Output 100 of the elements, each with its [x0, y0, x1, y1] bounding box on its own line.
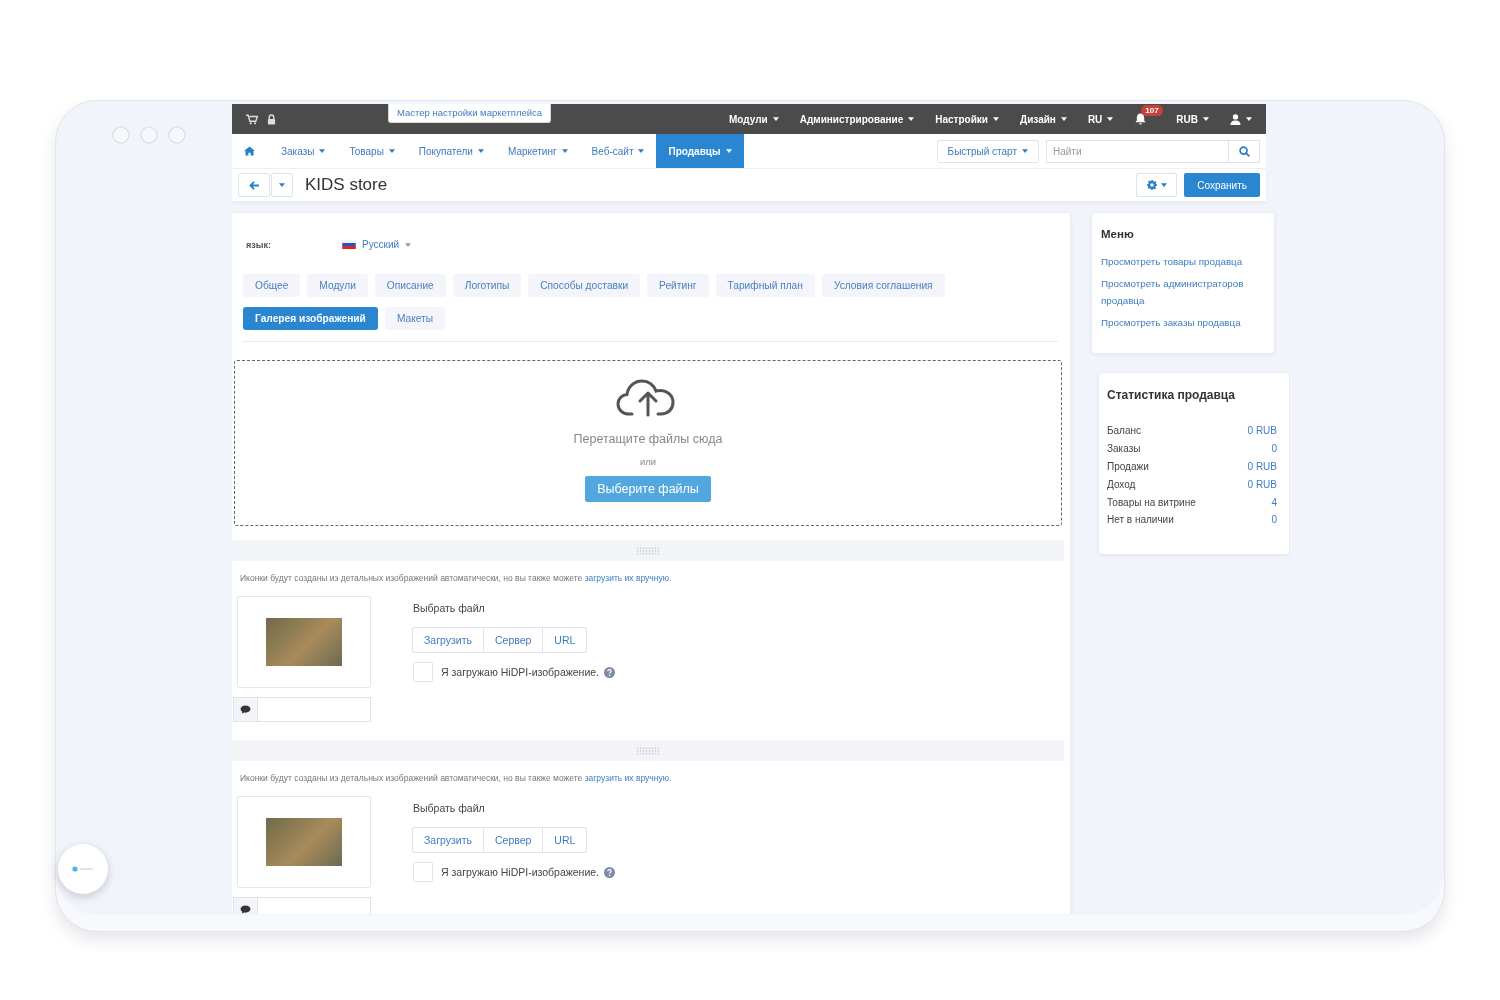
user-icon [1230, 113, 1241, 125]
menu-dropdown[interactable]: Модули [728, 111, 779, 127]
hidpi-label: Я загружаю HiDPI-изображение. [441, 866, 600, 878]
caret-icon [725, 149, 732, 153]
choose-files-button[interactable]: Выберите файлы [585, 476, 711, 502]
upload-source-button[interactable]: Загрузить [412, 627, 484, 653]
upload-source-button[interactable]: Загрузить [412, 827, 484, 853]
caret-icon [405, 242, 412, 247]
drag-handle-icon[interactable] [636, 746, 660, 755]
hidpi-checkbox[interactable] [413, 862, 433, 882]
menu-dropdown[interactable]: Администрирование [799, 111, 915, 127]
language-selector[interactable]: Русский [342, 239, 412, 250]
stat-value: 0 RUB [1247, 461, 1277, 472]
tab[interactable]: Модули [307, 274, 368, 297]
stat-value: 0 RUB [1247, 478, 1277, 490]
tab[interactable]: Макеты [384, 307, 446, 330]
caret-icon [561, 149, 568, 153]
upload-source-button[interactable]: Сервер [482, 627, 544, 653]
caret-icon [1107, 117, 1114, 121]
upload-source-button[interactable]: URL [542, 827, 588, 853]
upload-source-button[interactable]: Сервер [482, 827, 544, 853]
stat-label: Нет в наличии [1107, 514, 1174, 526]
arrow-left-icon [248, 180, 260, 190]
nav-tab[interactable]: Маркетинг [495, 134, 580, 168]
upload-source-button[interactable]: URL [542, 627, 588, 653]
sidebar-link[interactable]: Просмотреть товары продавца [1101, 253, 1243, 270]
quick-start-button[interactable]: Быстрый старт [936, 139, 1039, 163]
setup-wizard-link[interactable]: Мастер настройки маркетплейса [388, 104, 552, 123]
caret-icon [279, 183, 285, 187]
upload-manually-link[interactable]: загрузить их вручную. [584, 773, 672, 783]
search-field[interactable]: Найти [1046, 139, 1228, 163]
tab[interactable]: Описание [374, 274, 446, 297]
hidpi-label: Я загружаю HiDPI-изображение. [441, 666, 600, 678]
page-title: KIDS store [305, 175, 388, 195]
window-dot-icon [168, 126, 186, 144]
caret-icon [908, 117, 915, 121]
search-icon [1238, 145, 1250, 157]
hidpi-checkbox[interactable] [413, 662, 433, 682]
caret-icon [1246, 117, 1252, 121]
save-button[interactable]: Сохранить [1184, 173, 1260, 197]
tab[interactable]: Способы доставки [528, 274, 641, 297]
caret-icon [477, 149, 484, 153]
dropzone-text: Перетащите файлы сюда [573, 432, 723, 446]
notifications-button[interactable] [1134, 111, 1148, 127]
tab[interactable]: Галерея изображений [243, 307, 378, 330]
settings-button[interactable] [1136, 173, 1178, 197]
caret-icon [772, 117, 779, 121]
menu-dropdown[interactable]: Дизайн [1020, 111, 1067, 127]
upload-manually-link[interactable]: загрузить их вручную. [584, 573, 672, 583]
flag-icon [342, 240, 356, 249]
stat-label: Доход [1107, 478, 1136, 490]
stat-value: 4 [1271, 496, 1277, 508]
separator-text: или [639, 456, 657, 467]
sidebar-link[interactable]: Просмотреть заказы продавца [1101, 314, 1241, 331]
sidebar-link[interactable]: Просмотреть администраторов продавца [1101, 275, 1266, 309]
dropzone[interactable]: Перетащите файлы сюда или Выберите файлы [234, 360, 1062, 526]
gear-icon [1146, 180, 1157, 190]
hint-text: Иконки будут созданы из детальных изображений автоматически, но вы также можете загрузить их вручную. [240, 573, 673, 583]
bell-icon [1135, 113, 1147, 125]
nav-tab[interactable]: Продавцы [656, 134, 744, 168]
stat-value: 0 [1271, 514, 1277, 526]
caret-icon [1060, 117, 1067, 121]
menu-dropdown[interactable]: RUB [1176, 111, 1209, 127]
menu-dropdown[interactable]: Настройки [935, 111, 999, 127]
stat-label: Баланс [1107, 425, 1142, 437]
nav-tab[interactable]: Покупатели [406, 134, 496, 168]
dropdown-button[interactable] [271, 173, 293, 197]
nav-tab[interactable]: Заказы [269, 134, 338, 168]
user-menu-button[interactable] [1230, 111, 1252, 127]
stat-label: Заказы [1107, 443, 1141, 455]
caret-icon [319, 149, 326, 153]
lock-icon[interactable] [267, 113, 276, 125]
file-label: Выбрать файл [413, 802, 485, 814]
help-icon[interactable] [604, 866, 616, 878]
tab[interactable]: Тарифный план [715, 274, 815, 297]
window-dot-icon [112, 126, 130, 144]
card-title: Статистика продавца [1107, 388, 1237, 402]
tab[interactable]: Условия соглашения [821, 274, 945, 297]
tab[interactable]: Рейтинг [647, 274, 709, 297]
hint-text: Иконки будут созданы из детальных изображений автоматически, но вы также можете загрузить их вручную. [240, 773, 673, 783]
tab[interactable]: Общее [243, 274, 301, 297]
menu-dropdown[interactable]: RU [1087, 111, 1114, 127]
home-icon[interactable] [244, 146, 255, 156]
language-label: язык: [246, 239, 272, 250]
stat-label: Продажи [1107, 461, 1149, 472]
file-label: Выбрать файл [413, 602, 485, 614]
nav-tab[interactable]: Веб-сайт [579, 134, 657, 168]
search-button[interactable] [1228, 139, 1260, 163]
help-icon[interactable] [604, 666, 616, 678]
nav-tab[interactable]: Товары [337, 134, 407, 168]
caret-icon [1203, 117, 1209, 121]
drag-handle-icon[interactable] [636, 546, 660, 555]
back-button[interactable] [238, 173, 270, 197]
stat-label: Товары на витрине [1107, 496, 1196, 508]
caret-icon [1022, 149, 1028, 153]
stat-value: 0 [1271, 443, 1277, 455]
comment-field[interactable] [257, 697, 371, 722]
notification-badge: 107 [1141, 105, 1163, 116]
cart-icon[interactable] [246, 113, 258, 125]
tab[interactable]: Логотипы [452, 274, 522, 297]
